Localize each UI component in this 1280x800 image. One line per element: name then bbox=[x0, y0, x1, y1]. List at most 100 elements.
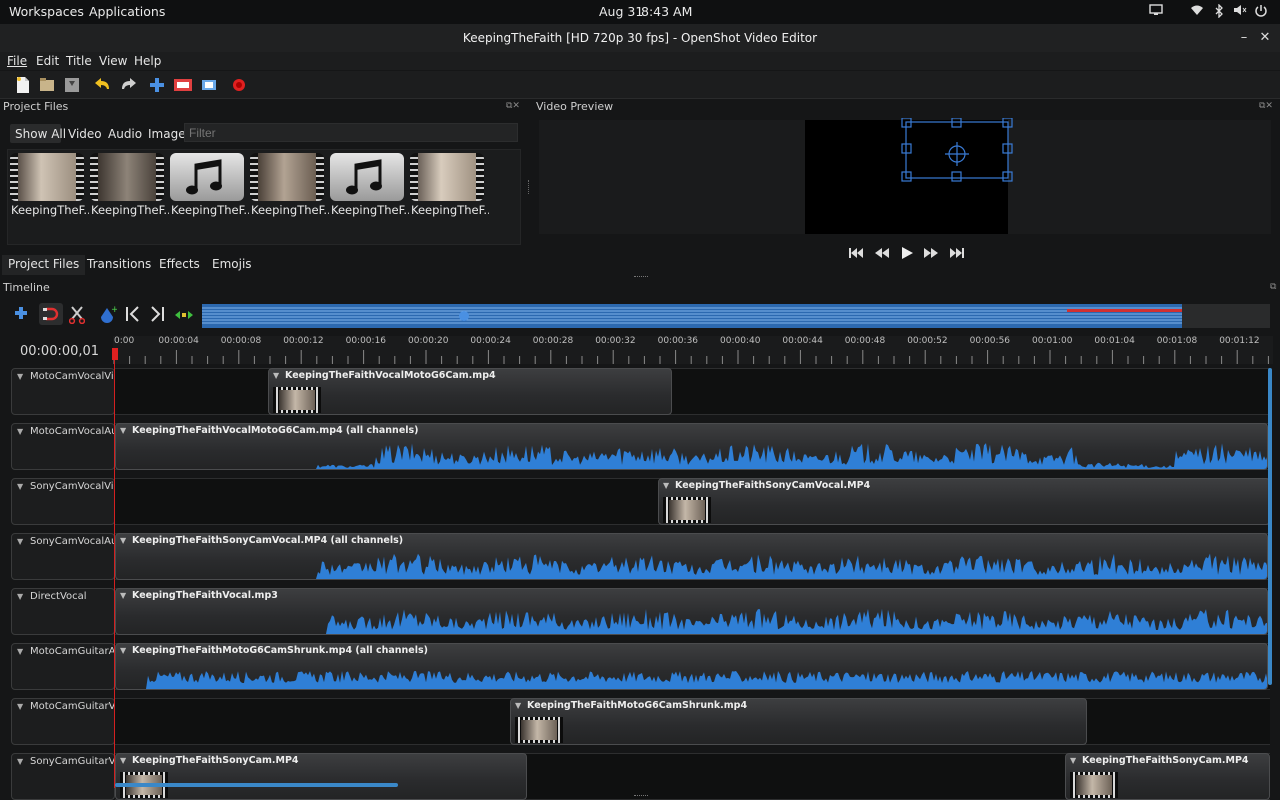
file-label: KeepingTheF... bbox=[251, 203, 329, 217]
jump-start-icon[interactable] bbox=[848, 246, 864, 263]
file-label: KeepingTheF... bbox=[411, 203, 489, 217]
track-menu-icon[interactable]: ▼ bbox=[17, 482, 23, 491]
fast-forward-icon[interactable] bbox=[923, 246, 939, 263]
file-thumbnail-video[interactable] bbox=[250, 153, 324, 201]
menu-title[interactable]: Title bbox=[66, 54, 92, 68]
undo-icon[interactable] bbox=[93, 75, 113, 95]
fullscreen-icon[interactable] bbox=[199, 75, 219, 95]
wifi-icon[interactable] bbox=[1189, 4, 1205, 20]
add-marker-icon[interactable]: + bbox=[99, 305, 119, 326]
center-playhead-icon[interactable] bbox=[174, 309, 194, 323]
menu-file[interactable]: File bbox=[7, 54, 27, 68]
audio-clip[interactable]: ▼ KeepingTheFaithVocalMotoG6Cam.mp4 (all … bbox=[115, 423, 1268, 470]
audio-waveform bbox=[116, 443, 1267, 469]
clip-menu-icon[interactable]: ▼ bbox=[663, 481, 669, 490]
clock-time[interactable]: 8:43 AM bbox=[641, 4, 692, 19]
dock-float-close-icon[interactable]: ⧉✕ bbox=[506, 101, 520, 111]
play-icon[interactable] bbox=[900, 246, 914, 263]
file-thumbnail-audio[interactable] bbox=[330, 153, 404, 201]
razor-icon[interactable] bbox=[68, 306, 86, 327]
applications-menu[interactable]: Applications bbox=[89, 4, 165, 19]
ruler-time-label: 00:01:04 bbox=[1094, 336, 1135, 346]
clock-date[interactable]: Aug 31 bbox=[599, 4, 643, 19]
volume-icon[interactable] bbox=[1232, 4, 1248, 20]
screen-icon[interactable] bbox=[1148, 4, 1164, 20]
splitter-handle[interactable] bbox=[634, 276, 648, 279]
close-icon[interactable]: ✕ bbox=[1257, 30, 1273, 46]
snap-icon[interactable] bbox=[39, 303, 63, 325]
add-track-icon[interactable] bbox=[14, 306, 28, 323]
video-clip[interactable]: ▼ KeepingTheFaithSonyCamVocal.MP4 bbox=[658, 478, 1270, 525]
video-clip[interactable]: ▼ KeepingTheFaithSonyCam.MP4 bbox=[115, 753, 527, 800]
ruler-time-label: 00:01:12 bbox=[1219, 336, 1260, 346]
export-video-icon[interactable] bbox=[229, 75, 249, 95]
playhead-handle[interactable] bbox=[112, 348, 118, 360]
tab-effects[interactable]: Effects bbox=[153, 255, 206, 275]
minimize-icon[interactable]: – bbox=[1236, 30, 1252, 46]
clip-menu-icon[interactable]: ▼ bbox=[515, 701, 521, 710]
clip-menu-icon[interactable]: ▼ bbox=[120, 591, 126, 600]
audio-clip[interactable]: ▼ KeepingTheFaithMotoG6CamShrunk.mp4 (all… bbox=[115, 643, 1268, 690]
menu-view[interactable]: View bbox=[99, 54, 127, 68]
redo-icon[interactable] bbox=[118, 75, 138, 95]
clip-menu-icon[interactable]: ▼ bbox=[120, 536, 126, 545]
clip-menu-icon[interactable]: ▼ bbox=[120, 756, 126, 765]
audio-clip[interactable]: ▼ KeepingTheFaithSonyCamVocal.MP4 (all ch… bbox=[115, 533, 1268, 580]
splitter-handle[interactable] bbox=[528, 180, 531, 194]
tab-project-files[interactable]: Project Files bbox=[2, 255, 86, 275]
svg-text:+: + bbox=[111, 305, 117, 315]
track-menu-icon[interactable]: ▼ bbox=[17, 537, 23, 546]
power-icon[interactable] bbox=[1253, 4, 1269, 20]
main-toolbar bbox=[0, 71, 1280, 99]
track-menu-icon[interactable]: ▼ bbox=[17, 702, 23, 711]
choose-profile-icon[interactable] bbox=[173, 75, 193, 95]
filter-audio-button[interactable]: Audio bbox=[108, 127, 142, 141]
menu-help[interactable]: Help bbox=[134, 54, 161, 68]
tab-transitions[interactable]: Transitions bbox=[81, 255, 157, 275]
tab-emojis[interactable]: Emojis bbox=[206, 255, 258, 275]
video-clip[interactable]: ▼ KeepingTheFaithSonyCam.MP4 bbox=[1065, 753, 1270, 800]
clip-menu-icon[interactable]: ▼ bbox=[273, 371, 279, 380]
track-menu-icon[interactable]: ▼ bbox=[17, 757, 23, 766]
timeline-overview-scroller[interactable] bbox=[202, 304, 1270, 328]
track-menu-icon[interactable]: ▼ bbox=[17, 372, 23, 381]
save-project-icon[interactable] bbox=[63, 75, 83, 95]
previous-marker-icon[interactable] bbox=[125, 306, 141, 325]
timeline-vertical-scrollbar[interactable] bbox=[1268, 368, 1272, 685]
next-marker-icon[interactable] bbox=[149, 306, 165, 325]
import-files-icon[interactable] bbox=[148, 75, 168, 95]
splitter-handle[interactable] bbox=[634, 795, 648, 798]
new-project-icon[interactable] bbox=[14, 75, 34, 95]
clip-menu-icon[interactable]: ▼ bbox=[120, 646, 126, 655]
file-thumbnail-video[interactable] bbox=[10, 153, 84, 201]
filter-image-button[interactable]: Image bbox=[148, 127, 186, 141]
filter-video-button[interactable]: Video bbox=[68, 127, 102, 141]
timeline-horizontal-scrollbar[interactable] bbox=[115, 783, 398, 787]
dock-float-close-icon[interactable]: ⧉✕ bbox=[1259, 101, 1273, 111]
audio-clip[interactable]: ▼ KeepingTheFaithVocal.mp3 bbox=[115, 588, 1268, 635]
project-files-filter-input[interactable] bbox=[184, 123, 518, 142]
file-thumbnail-video[interactable] bbox=[410, 153, 484, 201]
menu-edit[interactable]: Edit bbox=[36, 54, 59, 68]
transform-handles[interactable] bbox=[900, 118, 1014, 182]
clip-menu-icon[interactable]: ▼ bbox=[1070, 756, 1076, 765]
playhead-line[interactable] bbox=[114, 348, 115, 788]
rewind-icon[interactable] bbox=[874, 246, 890, 263]
video-clip[interactable]: ▼ KeepingTheFaithVocalMotoG6Cam.mp4 bbox=[268, 368, 672, 415]
file-thumbnail-video[interactable] bbox=[90, 153, 164, 201]
track-menu-icon[interactable]: ▼ bbox=[17, 427, 23, 436]
bluetooth-icon[interactable] bbox=[1211, 3, 1227, 20]
timeline-panel-title: Timeline bbox=[3, 281, 50, 294]
track-menu-icon[interactable]: ▼ bbox=[17, 647, 23, 656]
dock-float-icon[interactable]: ⧉ bbox=[1270, 282, 1276, 292]
jump-end-icon[interactable] bbox=[949, 246, 965, 263]
file-thumbnail-audio[interactable] bbox=[170, 153, 244, 201]
open-project-icon[interactable] bbox=[38, 75, 58, 95]
workspaces-menu[interactable]: Workspaces bbox=[9, 4, 84, 19]
track-name: SonyCamVocalVideo bbox=[30, 481, 114, 492]
timeline-timecode: 00:00:00,01 bbox=[20, 344, 100, 359]
clip-menu-icon[interactable]: ▼ bbox=[120, 426, 126, 435]
video-clip[interactable]: ▼ KeepingTheFaithMotoG6CamShrunk.mp4 bbox=[510, 698, 1087, 745]
ruler-time-label: 00:00:44 bbox=[782, 336, 823, 346]
track-menu-icon[interactable]: ▼ bbox=[17, 592, 23, 601]
